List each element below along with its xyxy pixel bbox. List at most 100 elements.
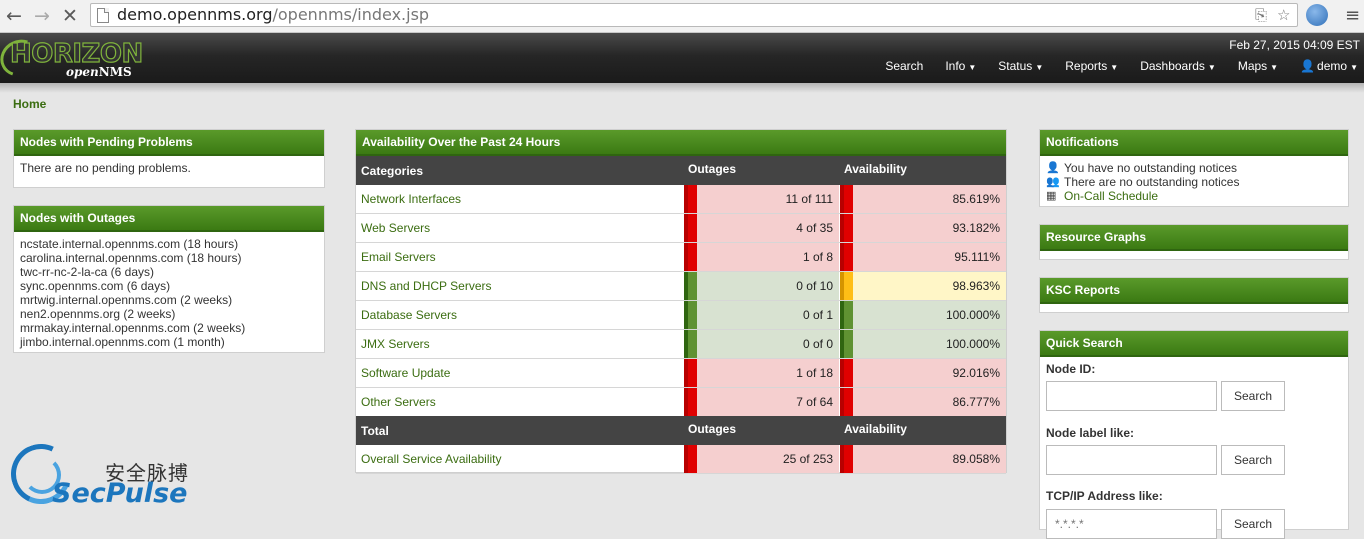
- panel-title: Availability Over the Past 24 Hours: [356, 130, 1006, 156]
- back-arrow-icon[interactable]: ←: [2, 4, 26, 28]
- category-link[interactable]: Other Servers: [361, 395, 436, 409]
- status-bar: [684, 243, 697, 271]
- ksc-reports-panel: KSC Reports: [1039, 277, 1349, 313]
- nav-info[interactable]: Info ▼: [945, 59, 976, 73]
- category-link[interactable]: JMX Servers: [361, 337, 430, 351]
- outages-value: 11 of 111: [785, 192, 833, 206]
- outages-value: 0 of 0: [802, 337, 833, 351]
- forward-arrow-icon[interactable]: →: [30, 4, 54, 28]
- outage-duration: (2 weeks): [189, 321, 246, 335]
- availability-panel: Availability Over the Past 24 Hours Cate…: [355, 129, 1007, 474]
- outages-value: 1 of 8: [802, 250, 833, 264]
- breadcrumb-home[interactable]: Home: [13, 97, 46, 111]
- outage-duration: (1 month): [170, 335, 225, 349]
- node-id-search-button[interactable]: Search: [1221, 381, 1285, 411]
- outage-node-link[interactable]: nen2.opennms.org: [20, 307, 120, 321]
- notifications-panel: Notifications 👤 You have no outstanding n…: [1039, 129, 1349, 207]
- outage-node-link[interactable]: jimbo.internal.opennms.com: [20, 335, 170, 349]
- bookmark-star-icon[interactable]: ☆: [1277, 6, 1290, 24]
- category-link[interactable]: Database Servers: [361, 308, 457, 322]
- globe-extension-icon[interactable]: [1306, 4, 1328, 26]
- opennms-logo[interactable]: HORIZON openNMS: [0, 33, 144, 83]
- outages-value: 0 of 1: [802, 308, 833, 322]
- availability-cell: 100.000%: [840, 301, 1006, 329]
- availability-value: 100.000%: [945, 308, 1000, 322]
- panel-title[interactable]: KSC Reports: [1040, 278, 1348, 304]
- outages-value: 7 of 64: [796, 395, 833, 409]
- header-shadow: [0, 83, 1364, 93]
- availability-cell: 85.619%: [840, 185, 1006, 213]
- tcpip-search-button[interactable]: Search: [1221, 509, 1285, 539]
- availability-value: 86.777%: [952, 395, 1000, 409]
- node-label-search-button[interactable]: Search: [1221, 445, 1285, 475]
- status-bar: [684, 272, 697, 300]
- category-link[interactable]: Email Servers: [361, 250, 436, 264]
- node-id-input[interactable]: [1046, 381, 1217, 411]
- outages-cell: 4 of 35: [684, 214, 839, 242]
- category-link[interactable]: Overall Service Availability: [361, 452, 502, 466]
- outage-node-link[interactable]: mrmakay.internal.opennms.com: [20, 321, 190, 335]
- nav-dashboards[interactable]: Dashboards ▼: [1140, 59, 1216, 73]
- panel-title: Nodes with Pending Problems: [14, 130, 324, 156]
- outages-value: 1 of 18: [796, 366, 833, 380]
- calendar-icon: ▦: [1046, 189, 1057, 202]
- outage-item: twc-rr-nc-2-la-ca (6 days): [20, 265, 318, 279]
- browser-menu-icon[interactable]: ≡: [1345, 5, 1360, 26]
- nav-maps[interactable]: Maps ▼: [1238, 59, 1278, 73]
- outages-cell: 11 of 111: [684, 185, 839, 213]
- chevron-down-icon: ▼: [1035, 63, 1044, 72]
- outage-node-link[interactable]: twc-rr-nc-2-la-ca: [20, 265, 107, 279]
- category-link[interactable]: Software Update: [361, 366, 450, 380]
- status-bar: [840, 445, 853, 473]
- category-link[interactable]: Web Servers: [361, 221, 430, 235]
- outage-list: ncstate.internal.opennms.com (18 hours) c…: [14, 232, 324, 354]
- quick-search-panel: Quick Search Node ID: Search Node label …: [1039, 330, 1349, 539]
- availability-cell: 93.182%: [840, 214, 1006, 242]
- status-bar: [840, 301, 853, 329]
- outage-duration: (6 days): [107, 265, 155, 279]
- status-bar: [684, 301, 697, 329]
- outage-duration: (6 days): [123, 279, 171, 293]
- outage-item: sync.opennms.com (6 days): [20, 279, 318, 293]
- translate-icon[interactable]: ⎘: [1255, 6, 1267, 24]
- nav-search[interactable]: Search: [885, 59, 923, 73]
- address-bar[interactable]: demo.opennms.org/opennms/index.jsp ⎘ ☆: [90, 3, 1298, 27]
- category-link[interactable]: Network Interfaces: [361, 192, 461, 206]
- notice-user-row[interactable]: 👤 You have no outstanding notices: [1046, 161, 1342, 175]
- notice-group-row[interactable]: 👥 There are no outstanding notices: [1046, 175, 1342, 189]
- outage-node-link[interactable]: carolina.internal.opennms.com: [20, 251, 183, 265]
- stop-loading-icon[interactable]: ✕: [58, 4, 82, 28]
- url-text: demo.opennms.org/opennms/index.jsp: [117, 5, 430, 24]
- chevron-down-icon: ▼: [1350, 63, 1358, 72]
- nav-reports[interactable]: Reports ▼: [1065, 59, 1118, 73]
- outage-duration: (2 weeks): [176, 293, 233, 307]
- outages-panel: Nodes with Outages ncstate.internal.open…: [13, 205, 325, 353]
- availability-row: JMX Servers 0 of 0 100.000%: [356, 330, 1006, 359]
- outages-cell: 0 of 1: [684, 301, 839, 329]
- availability-cell: 92.016%: [840, 359, 1006, 387]
- watermark-en-text: SecPulse: [52, 478, 188, 509]
- panel-title[interactable]: Resource Graphs: [1040, 225, 1348, 251]
- outage-item: carolina.internal.opennms.com (18 hours): [20, 251, 318, 265]
- availability-value: 85.619%: [952, 192, 1000, 206]
- outage-duration: (18 hours): [183, 251, 242, 265]
- outage-node-link[interactable]: sync.opennms.com: [20, 279, 123, 293]
- col-outages: Outages: [688, 422, 737, 436]
- nav-status[interactable]: Status ▼: [998, 59, 1043, 73]
- outage-node-link[interactable]: ncstate.internal.opennms.com: [20, 237, 180, 251]
- availability-cell: 98.963%: [840, 272, 1006, 300]
- node-label-input[interactable]: [1046, 445, 1217, 475]
- category-link[interactable]: DNS and DHCP Servers: [361, 279, 492, 293]
- availability-cell: 100.000%: [840, 330, 1006, 358]
- chevron-down-icon: ▼: [1207, 63, 1216, 72]
- availability-value: 95.111%: [954, 250, 1000, 264]
- availability-value: 98.963%: [952, 279, 1000, 293]
- availability-row: Database Servers 0 of 1 100.000%: [356, 301, 1006, 330]
- resource-graphs-panel: Resource Graphs: [1039, 224, 1349, 260]
- pending-message: There are no pending problems.: [20, 161, 191, 175]
- tcpip-input[interactable]: [1046, 509, 1217, 539]
- oncall-schedule-row[interactable]: ▦ On-Call Schedule: [1046, 189, 1342, 203]
- outage-duration: (2 weeks): [120, 307, 176, 321]
- outage-node-link[interactable]: mrtwig.internal.opennms.com: [20, 293, 177, 307]
- nav-user[interactable]: 👤 demo ▼: [1300, 59, 1358, 73]
